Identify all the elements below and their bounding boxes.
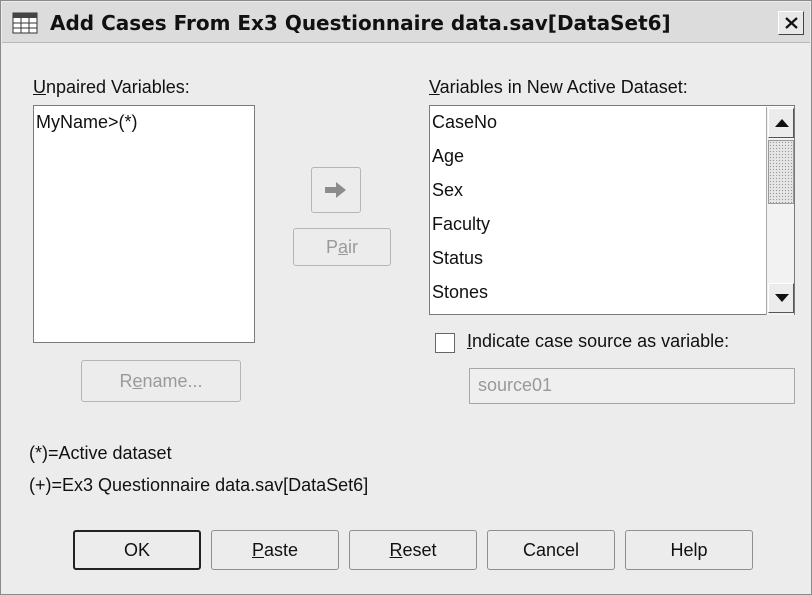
new-dataset-variables-list[interactable]: CaseNo Age Sex Faculty Status Stones (429, 105, 795, 315)
close-button[interactable] (778, 11, 804, 35)
source-variable-field[interactable]: source01 (469, 368, 795, 404)
list-item[interactable]: Faculty (432, 214, 490, 235)
unpaired-variables-list[interactable]: MyName>(*) (33, 105, 255, 343)
new-dataset-variables-label: Variables in New Active Dataset: (429, 77, 688, 97)
down-arrow-icon (775, 294, 789, 302)
title-bar: Add Cases From Ex3 Questionnaire data.sa… (2, 2, 810, 43)
other-dataset-legend: (+)=Ex3 Questionnaire data.sav[DataSet6] (29, 475, 369, 495)
indicate-case-source-checkbox[interactable] (435, 333, 455, 353)
list-item[interactable]: Stones (432, 282, 488, 303)
window-title: Add Cases From Ex3 Questionnaire data.sa… (50, 11, 671, 35)
up-arrow-icon (775, 119, 789, 127)
right-arrow-icon (325, 182, 346, 198)
list-item[interactable]: MyName>(*) (36, 112, 138, 133)
vertical-scrollbar[interactable] (766, 107, 794, 315)
close-icon (785, 17, 798, 29)
list-item[interactable]: Sex (432, 180, 463, 201)
cancel-button[interactable]: Cancel (487, 530, 615, 570)
move-right-button[interactable] (311, 167, 361, 213)
pair-button[interactable]: Pa ir (293, 228, 391, 266)
list-item[interactable]: Age (432, 146, 464, 167)
unpaired-variables-label: Unpaired Variables: (33, 77, 190, 97)
active-dataset-legend: (*)=Active dataset (29, 443, 172, 463)
scroll-down-button[interactable] (768, 283, 794, 313)
indicate-case-source-label[interactable]: Indicate case source as variable: (467, 331, 729, 352)
add-cases-dialog: Add Cases From Ex3 Questionnaire data.sa… (0, 0, 812, 595)
paste-button[interactable]: Paste (211, 530, 339, 570)
scroll-thumb[interactable] (768, 140, 794, 204)
app-icon (12, 12, 38, 34)
reset-button[interactable]: Reset (349, 530, 477, 570)
list-item[interactable]: CaseNo (432, 112, 497, 133)
list-item[interactable]: Status (432, 248, 483, 269)
help-button[interactable]: Help (625, 530, 753, 570)
scroll-up-button[interactable] (768, 108, 794, 138)
ok-button[interactable]: OK (73, 530, 201, 570)
rename-button[interactable]: Re name... (81, 360, 241, 402)
